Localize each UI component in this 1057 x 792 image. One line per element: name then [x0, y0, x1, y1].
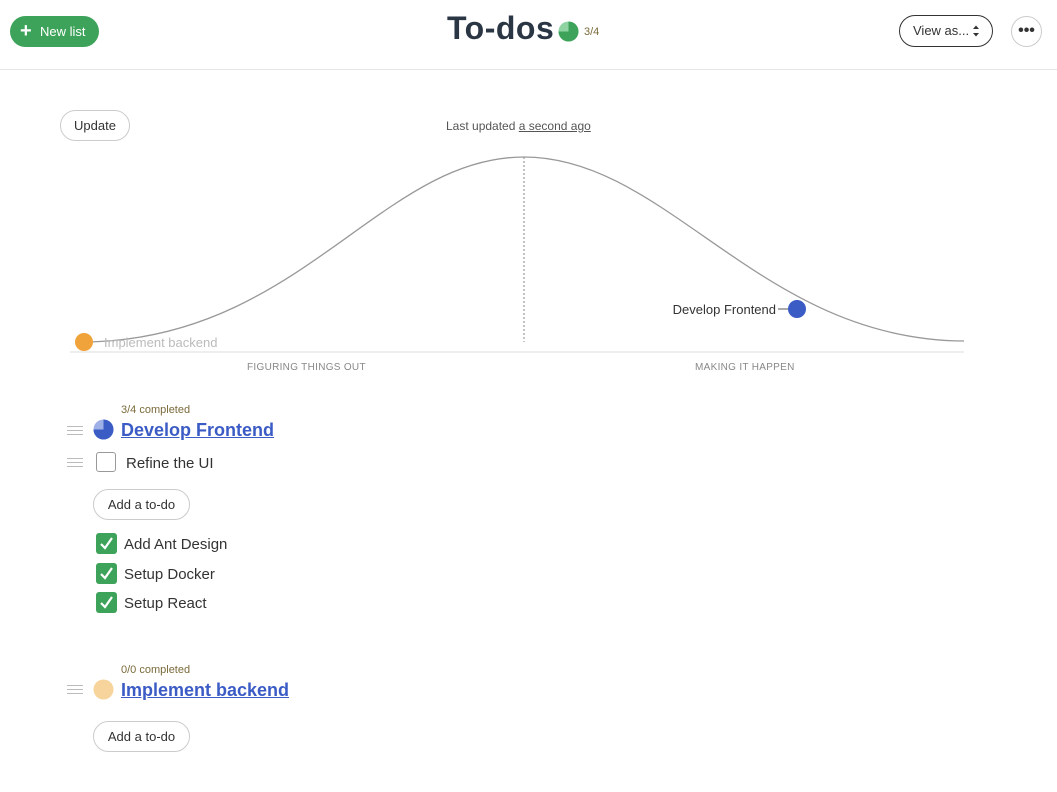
drag-handle-icon[interactable] [67, 426, 83, 438]
checkmark-icon [100, 596, 113, 609]
develop-frontend-label: Develop Frontend [673, 302, 776, 317]
todo-label: Setup React [124, 595, 207, 612]
add-todo-button[interactable]: Add a to-do [93, 489, 190, 520]
todo-checkbox-checked[interactable] [96, 592, 117, 613]
drag-handle-icon[interactable] [67, 458, 83, 470]
drag-handle-icon[interactable] [67, 685, 83, 697]
checkmark-icon [100, 567, 113, 580]
list-progress-pie-icon [93, 679, 114, 700]
making-it-happen-label: MAKING IT HAPPEN [695, 362, 795, 373]
todo-label: Refine the UI [126, 455, 214, 472]
list-completed-count: 0/0 completed [121, 664, 191, 676]
implement-backend-label: Implement backend [104, 335, 217, 350]
todo-label: Setup Docker [124, 566, 215, 583]
todo-checkbox-checked[interactable] [96, 563, 117, 584]
todo-label: Add Ant Design [124, 536, 228, 553]
list-title[interactable]: Develop Frontend [121, 420, 274, 441]
figuring-things-out-label: FIGURING THINGS OUT [247, 362, 366, 373]
checkmark-icon [100, 537, 113, 550]
hill-chart: Implement backend Develop Frontend [70, 156, 965, 353]
list-completed-count: 3/4 completed [121, 404, 191, 416]
implement-backend-dot[interactable] [75, 333, 93, 351]
list-progress-pie-icon [93, 419, 114, 440]
develop-frontend-dot[interactable] [788, 300, 806, 318]
todo-checkbox[interactable] [96, 452, 116, 472]
todo-checkbox-checked[interactable] [96, 533, 117, 554]
add-todo-button[interactable]: Add a to-do [93, 721, 190, 752]
list-title[interactable]: Implement backend [121, 680, 289, 701]
